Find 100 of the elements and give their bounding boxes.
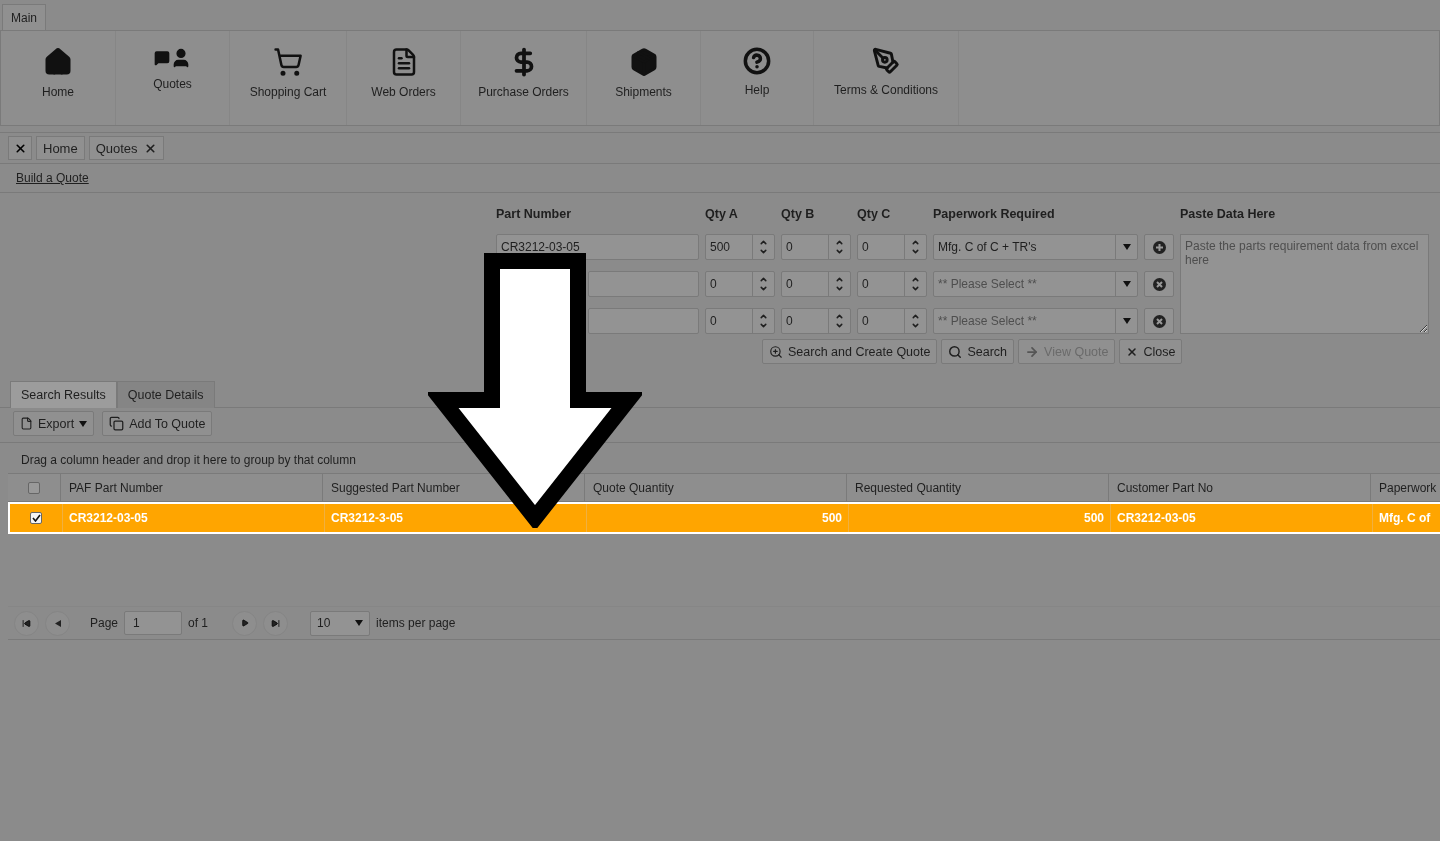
next-page-button[interactable] [232, 610, 258, 636]
down-icon [759, 321, 768, 330]
ribbon-item[interactable]: Terms & Conditions [833, 83, 938, 97]
part-number-field[interactable]: CR3212-03-05 [496, 234, 699, 260]
ribbon-tab[interactable]: Main [2, 4, 46, 30]
column-label: Paperwork Required [933, 207, 1056, 223]
paperwork-select[interactable]: ** Please Select ** [933, 271, 1138, 297]
row-checkbox[interactable] [30, 512, 42, 524]
pen-icon [872, 47, 900, 75]
column-header[interactable]: Quote Quantity [593, 480, 674, 495]
number-field[interactable]: 0 [857, 308, 927, 334]
home-icon [43, 47, 73, 77]
add-row-button[interactable] [1144, 234, 1174, 260]
close-icon[interactable] [143, 141, 157, 155]
caret-icon [355, 620, 364, 626]
column-label: Part Number [496, 207, 573, 223]
column-label: Qty A [705, 207, 739, 223]
paste-data-field[interactable]: Paste the parts requirement data from excel here [1180, 234, 1429, 334]
table-cell: 500 [1083, 511, 1104, 525]
form-button[interactable]: Close [1119, 339, 1183, 364]
document-tab[interactable]: Home [36, 136, 85, 160]
part-number-field[interactable] [588, 308, 699, 334]
column-header[interactable]: Customer Part No [1117, 480, 1214, 495]
up-icon [911, 312, 920, 321]
number-field[interactable]: 0 [781, 308, 851, 334]
up-icon [835, 238, 844, 247]
build-quote-link[interactable]: Build a Quote [16, 171, 89, 185]
up-icon [911, 238, 920, 247]
help-icon [743, 47, 771, 75]
number-field[interactable]: 0 [781, 271, 851, 297]
down-icon [759, 284, 768, 293]
number-field[interactable]: 0 [705, 271, 775, 297]
previous-page-button[interactable] [45, 610, 70, 636]
document-tab[interactable]: Quotes [88, 136, 164, 160]
up-icon [759, 312, 768, 321]
search-icon [948, 344, 963, 359]
column-header[interactable]: Requested Quantity [855, 480, 962, 495]
remove-row-button[interactable] [1144, 271, 1174, 297]
ribbon-item[interactable]: Quotes [153, 77, 192, 91]
down-icon [911, 321, 920, 330]
page-size-select[interactable]: 10 [310, 610, 371, 636]
column-label: Qty C [857, 207, 892, 223]
last-page-button[interactable] [263, 610, 289, 636]
plus-circle-icon [1152, 240, 1166, 254]
results-tab[interactable]: Quote Details [116, 381, 215, 408]
export-button[interactable]: Export [13, 411, 95, 436]
number-field[interactable]: 0 [705, 308, 775, 334]
number-field[interactable]: 0 [857, 271, 927, 297]
part-number-field[interactable] [588, 271, 699, 297]
last-icon [271, 618, 281, 628]
up-icon [835, 275, 844, 284]
page-count: of 1 [188, 616, 209, 630]
column-header[interactable]: PAF Part Number [69, 480, 163, 495]
up-icon [911, 275, 920, 284]
ribbon-item[interactable]: Web Orders [371, 85, 436, 99]
close-icon [1126, 345, 1139, 358]
number-field[interactable]: 0 [857, 234, 927, 260]
table-cell: Mfg. C of [1379, 511, 1431, 525]
table-cell: 500 [821, 511, 842, 525]
up-icon [835, 312, 844, 321]
results-tab[interactable]: Search Results [10, 381, 117, 408]
down-icon [835, 284, 844, 293]
ribbon-item[interactable]: Home [42, 85, 74, 99]
x-circle-icon [1152, 277, 1166, 291]
close-all-button[interactable] [8, 136, 32, 160]
form-button[interactable]: Search [941, 339, 1015, 364]
file-icon [20, 417, 33, 430]
zoom-icon [769, 344, 783, 359]
table-cell: CR3212-03-05 [69, 511, 148, 525]
number-field[interactable]: 500 [705, 234, 775, 260]
remove-row-button[interactable] [1144, 308, 1174, 334]
ribbon-item[interactable]: Shipments [615, 85, 672, 99]
number-field[interactable]: 0 [781, 234, 851, 260]
add-to-quote-button[interactable]: Add To Quote [102, 411, 213, 436]
table-cell: CR3212-3-05 [331, 511, 404, 525]
first-page-button[interactable] [14, 610, 39, 636]
ribbon-item[interactable]: Help [744, 83, 770, 97]
column-header[interactable]: Paperwork [1379, 480, 1437, 495]
first-icon [22, 618, 31, 628]
paperwork-select[interactable]: Mfg. C of C + TR's [933, 234, 1138, 260]
ribbon-item[interactable]: Shopping Cart [249, 85, 327, 99]
page-size-label: items per page [376, 616, 456, 630]
column-header[interactable]: Suggested Part Number [331, 480, 460, 495]
caret-icon [1122, 318, 1131, 324]
caret-icon [79, 420, 88, 427]
down-icon [759, 247, 768, 256]
up-icon [759, 275, 768, 284]
x-circle-icon [1152, 314, 1166, 328]
up-icon [759, 238, 768, 247]
form-button[interactable]: Search and Create Quote [762, 339, 938, 364]
right-triangle-icon [240, 619, 249, 627]
page-field[interactable]: 1 [124, 611, 183, 635]
select-all-checkbox[interactable] [28, 481, 40, 494]
down-icon [835, 247, 844, 256]
ribbon-item[interactable]: Purchase Orders [478, 85, 569, 99]
paperwork-select[interactable]: ** Please Select ** [933, 308, 1138, 334]
table-cell: CR3212-03-05 [1117, 511, 1196, 525]
shopping-cart-icon [273, 47, 303, 77]
caret-icon [1122, 281, 1131, 287]
column-label: Paste Data Here [1180, 207, 1277, 223]
